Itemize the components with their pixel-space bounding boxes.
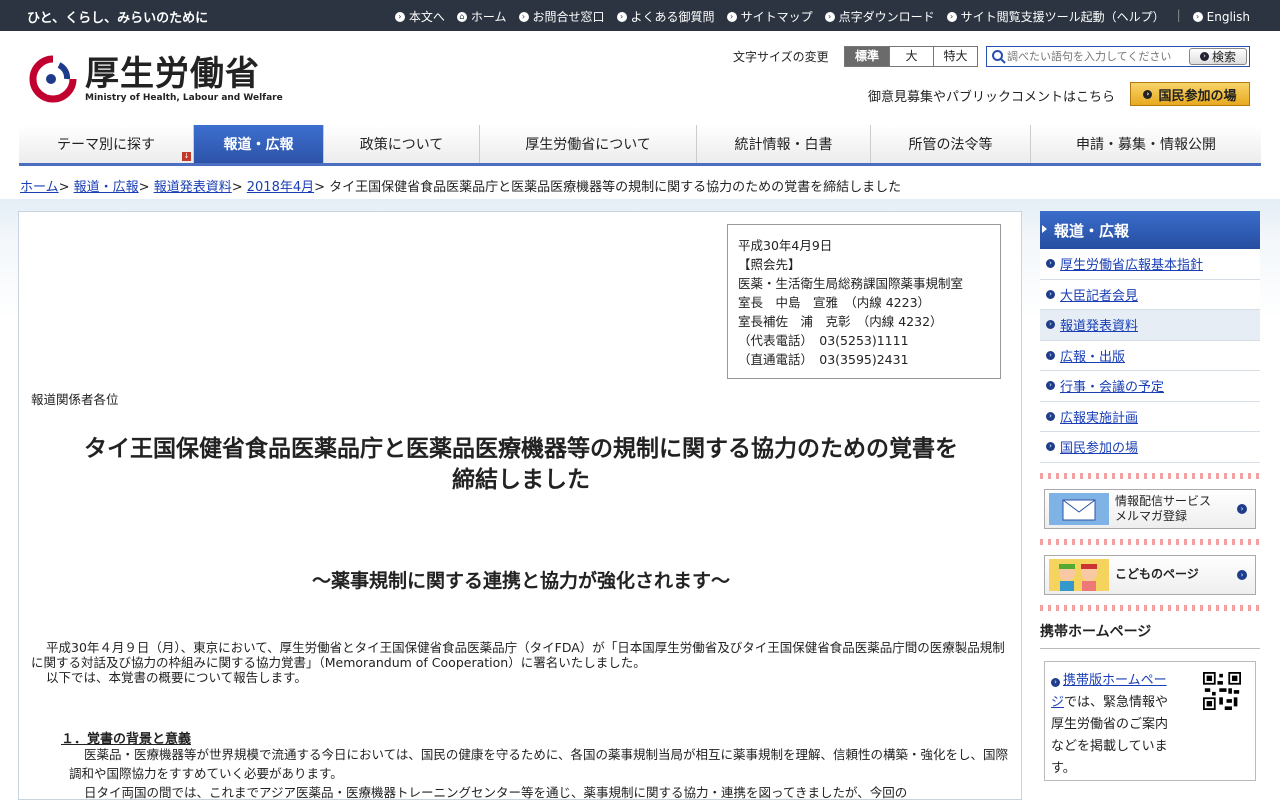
skip-to-content-link[interactable]: › 本文へ bbox=[394, 8, 445, 25]
nav-theme[interactable]: テーマ別に探す ↓ bbox=[19, 125, 194, 163]
mobile-site-heading: 携帯ホームページ bbox=[1040, 621, 1260, 649]
search-icon bbox=[992, 49, 1006, 64]
page-subtitle: ～薬事規制に関する連携と協力が強化されます～ bbox=[311, 570, 730, 592]
mobile-site-box: › 携帯版ホームページでは、緊急情報や厚生労働省のご案内などを掲載しています。 bbox=[1044, 660, 1256, 781]
mhlw-logo-icon bbox=[29, 55, 77, 103]
font-size-standard-button[interactable]: 標準 bbox=[845, 47, 889, 66]
arrow-circle-icon: › bbox=[824, 11, 835, 22]
arrow-circle-icon: › bbox=[1199, 52, 1209, 61]
divider bbox=[1040, 538, 1260, 545]
arrow-circle-icon: › bbox=[1046, 350, 1055, 360]
sitemap-link[interactable]: › サイトマップ bbox=[726, 8, 813, 25]
arrow-circle-icon: › bbox=[1046, 381, 1055, 391]
font-size-label: 文字サイズの変更 bbox=[733, 50, 829, 64]
mobile-site-description: では、緊急情報や厚生労働省のご案内などを掲載しています。 bbox=[1051, 694, 1169, 776]
contact-chief: 室長 中島 宣雅 （内線 4223） bbox=[738, 295, 931, 310]
kids-page-banner[interactable]: こどものページ › bbox=[1044, 554, 1256, 595]
divider bbox=[1040, 604, 1260, 611]
addressee: 報道関係者各位 bbox=[31, 392, 119, 407]
breadcrumb-current: タイ王国保健省食品医薬品庁と医薬品医療機器等の規制に関する協力のための覚書を締結… bbox=[329, 180, 902, 195]
arrow-circle-icon: › bbox=[1046, 442, 1055, 452]
global-navigation: テーマ別に探す ↓ 報道・広報 政策について 厚生労働省について 統計情報・白書 … bbox=[19, 125, 1261, 166]
children-icon bbox=[1049, 558, 1109, 591]
nav-policy[interactable]: 政策について bbox=[324, 125, 480, 163]
dropdown-corner-icon: ↓ bbox=[182, 152, 191, 161]
arrow-circle-icon: › bbox=[1046, 320, 1055, 330]
breadcrumb-month[interactable]: 2018年4月 bbox=[247, 180, 314, 195]
sidebar-item-pr-plan[interactable]: › 広報実施計画 bbox=[1040, 401, 1260, 432]
sidebar-item-events[interactable]: › 行事・会議の予定 bbox=[1040, 371, 1260, 402]
arrow-circle-icon: › bbox=[518, 11, 529, 22]
contact-heading: 【照会先】 bbox=[738, 257, 801, 272]
contact-link[interactable]: › お問合せ窓口 bbox=[518, 8, 605, 25]
sidebar: 報道・広報 › 厚生労働省広報基本指針 › 大臣記者会見 › 報道発表資料 › 広報・出… bbox=[1040, 211, 1260, 781]
site-logo[interactable]: 厚生労働省 Ministry of Health, Labour and Wel… bbox=[29, 55, 283, 103]
nav-statistics[interactable]: 統計情報・白書 bbox=[697, 125, 871, 163]
nav-about[interactable]: 厚生労働省について bbox=[480, 125, 697, 163]
contact-info-box: 平成30年4月9日 【照会先】 医薬・生活衛生局総務課国際薬事規制室 室長 中島… bbox=[727, 224, 1001, 379]
sidebar-heading[interactable]: 報道・広報 bbox=[1040, 211, 1260, 249]
accessibility-tool-link[interactable]: › サイト閲覧支援ツール起動（ヘルプ） bbox=[946, 8, 1165, 25]
sidebar-item-participation[interactable]: › 国民参加の場 bbox=[1040, 432, 1260, 463]
arrow-circle-icon: › bbox=[1143, 89, 1153, 99]
contact-department: 医薬・生活衛生局総務課国際薬事規制室 bbox=[738, 276, 964, 291]
release-date: 平成30年4月9日 bbox=[738, 238, 833, 253]
divider: | bbox=[1176, 8, 1181, 22]
site-search: ›検索 bbox=[986, 46, 1250, 67]
breadcrumb-press[interactable]: 報道・広報 bbox=[74, 180, 139, 195]
utility-links: › 本文へ ⌂ ホーム › お問合せ窓口 › よくある御質問 › サイトマップ › 点字ダウ… bbox=[383, 8, 1250, 25]
arrow-circle-icon: › bbox=[946, 11, 957, 22]
arrow-circle-icon: › bbox=[1237, 503, 1247, 514]
public-comment-text: 御意見募集やパブリックコメントはこちら bbox=[868, 90, 1116, 105]
arrow-circle-icon: › bbox=[616, 11, 627, 22]
sidebar-item-press-conference[interactable]: › 大臣記者会見 bbox=[1040, 279, 1260, 310]
sidebar-item-publications[interactable]: › 広報・出版 bbox=[1040, 340, 1260, 371]
nav-press[interactable]: 報道・広報 bbox=[194, 125, 324, 163]
article-panel: 平成30年4月9日 【照会先】 医薬・生活衛生局総務課国際薬事規制室 室長 中島… bbox=[18, 211, 1022, 800]
home-link[interactable]: ⌂ ホーム bbox=[456, 8, 507, 25]
sidebar-item-pr-guidelines[interactable]: › 厚生労働省広報基本指針 bbox=[1040, 249, 1260, 280]
search-input[interactable] bbox=[1007, 47, 1189, 66]
arrow-circle-icon: › bbox=[1051, 677, 1060, 687]
intro-text: 平成30年４月９日（月）、東京において、厚生労働省とタイ王国保健省食品医薬品庁（… bbox=[31, 640, 1005, 685]
nav-laws[interactable]: 所管の法令等 bbox=[871, 125, 1031, 163]
home-icon: ⌂ bbox=[456, 11, 467, 22]
contact-assistant: 室長補佐 浦 克彰 （内線 4232） bbox=[738, 314, 943, 329]
breadcrumb: ホーム> 報道・広報> 報道発表資料> 2018年4月> タイ王国保健省食品医薬… bbox=[20, 180, 902, 195]
arrow-circle-icon: › bbox=[1237, 569, 1247, 580]
nav-applications[interactable]: 申請・募集・情報公開 bbox=[1031, 125, 1261, 163]
envelope-icon bbox=[1049, 492, 1109, 525]
search-button[interactable]: › 検索 bbox=[1189, 48, 1247, 65]
mail-magazine-banner[interactable]: 情報配信サービス メルマガ登録 › bbox=[1044, 488, 1256, 529]
logo-english-text: Ministry of Health, Labour and Welfare bbox=[85, 93, 283, 103]
qr-code-icon bbox=[1203, 671, 1241, 710]
arrow-circle-icon: › bbox=[1046, 289, 1055, 299]
font-size-switcher: 標準 大 特大 bbox=[844, 46, 978, 67]
english-link[interactable]: › English bbox=[1192, 8, 1250, 25]
arrow-circle-icon: › bbox=[1046, 259, 1055, 269]
public-participation-button[interactable]: › 国民参加の場 bbox=[1130, 82, 1250, 106]
divider bbox=[1040, 472, 1260, 479]
arrow-circle-icon: › bbox=[1192, 11, 1203, 22]
page-title: タイ王国保健省食品医薬品庁と医薬品医療機器等の規制に関する協力のための覚書を 締… bbox=[84, 436, 958, 493]
breadcrumb-home[interactable]: ホーム bbox=[20, 180, 59, 195]
faq-link[interactable]: › よくある御質問 bbox=[616, 8, 715, 25]
font-size-large-button[interactable]: 大 bbox=[889, 47, 933, 66]
arrow-circle-icon: › bbox=[1046, 411, 1055, 421]
section-1-body: 医薬品・医療機器等が世界規模で流通する今日においては、国民の健康を守るために、各… bbox=[69, 747, 1009, 800]
braille-download-link[interactable]: › 点字ダウンロード bbox=[824, 8, 935, 25]
arrow-circle-icon: › bbox=[394, 11, 405, 22]
contact-direct-phone: （直通電話） 03(3595)2431 bbox=[738, 352, 909, 367]
contact-rep-phone: （代表電話） 03(5253)1111 bbox=[738, 333, 909, 348]
font-size-xlarge-button[interactable]: 特大 bbox=[933, 47, 977, 66]
top-utility-bar: ひと、くらし、みらいのために › 本文へ ⌂ ホーム › お問合せ窓口 › よくある御質… bbox=[0, 0, 1280, 31]
site-header: 厚生労働省 Ministry of Health, Labour and Wel… bbox=[0, 31, 1280, 124]
arrow-circle-icon: › bbox=[726, 11, 737, 22]
site-tagline: ひと、くらし、みらいのために bbox=[27, 11, 209, 26]
breadcrumb-press-releases[interactable]: 報道発表資料 bbox=[154, 180, 232, 195]
sidebar-item-press-releases[interactable]: › 報道発表資料 bbox=[1040, 310, 1260, 341]
logo-japanese-text: 厚生労働省 bbox=[85, 54, 260, 94]
arrow-icon bbox=[1042, 225, 1047, 233]
